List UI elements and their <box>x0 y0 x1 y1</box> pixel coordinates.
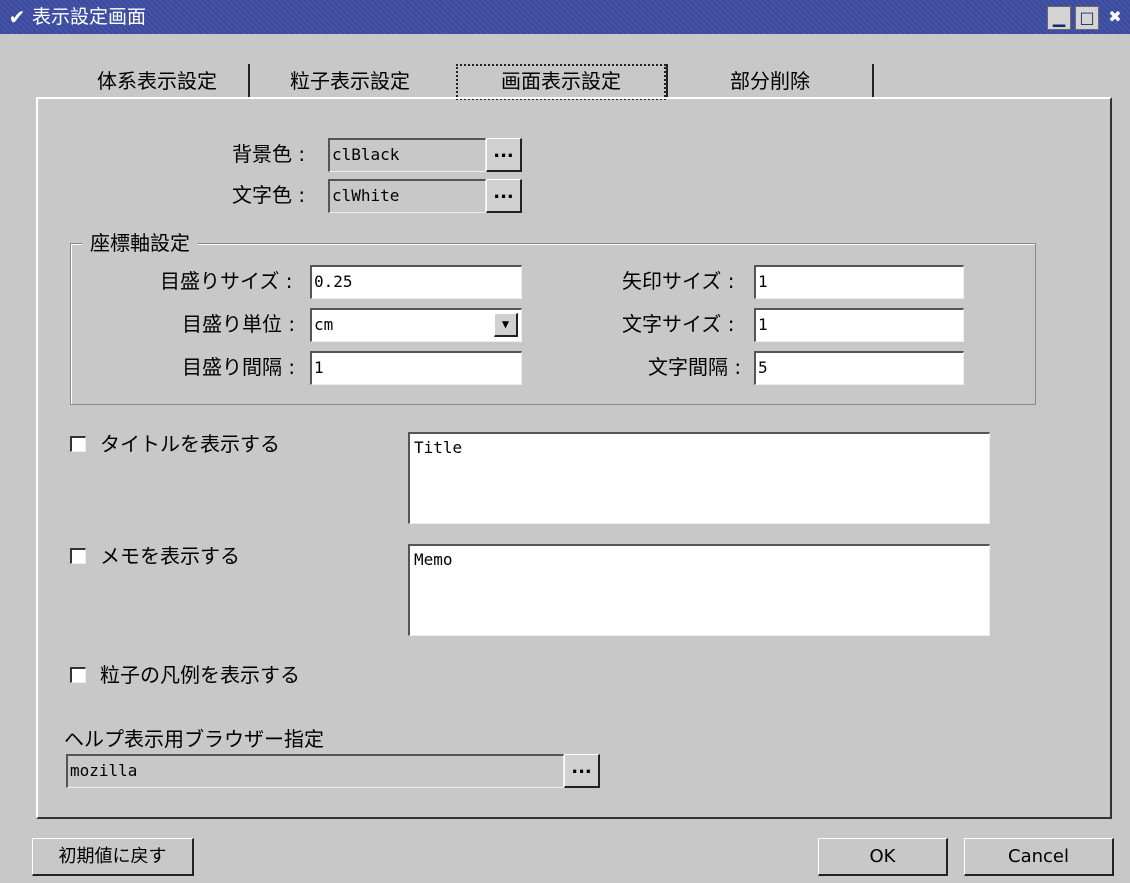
show-legend-label: 粒子の凡例を表示する <box>100 663 300 687</box>
show-memo-checkbox[interactable] <box>70 548 86 564</box>
tab-partial-delete[interactable]: 部分削除 <box>666 64 874 98</box>
tab-label: 体系表示設定 <box>97 69 217 93</box>
background-color-field[interactable]: clBlack <box>328 138 486 172</box>
show-title-checkbox[interactable] <box>70 436 86 452</box>
close-icon[interactable]: ✖ <box>1103 6 1127 30</box>
text-color-picker-button[interactable]: ... <box>486 179 522 213</box>
title-textarea[interactable]: Title <box>408 432 990 524</box>
memo-textarea[interactable]: Memo <box>408 544 990 636</box>
chevron-down-icon[interactable]: ✔ <box>6 6 28 28</box>
window-title: 表示設定画面 <box>32 6 147 28</box>
show-title-label: タイトルを表示する <box>100 432 280 456</box>
minimize-icon[interactable]: ▁ <box>1047 6 1071 30</box>
maximize-icon[interactable]: □ <box>1075 6 1099 30</box>
tab-screen-display[interactable]: 画面表示設定 <box>456 64 666 100</box>
arrow-size-input[interactable]: 1 <box>754 265 964 299</box>
tick-size-input[interactable]: 0.25 <box>310 265 522 299</box>
tick-unit-label: 目盛り単位 : <box>182 312 296 336</box>
text-color-field[interactable]: clWhite <box>328 179 486 213</box>
title-bar[interactable]: ✔ 表示設定画面 ▁ □ ✖ <box>0 0 1130 34</box>
char-size-input[interactable]: 1 <box>754 308 964 342</box>
char-spacing-input[interactable]: 5 <box>754 351 964 385</box>
tick-interval-input[interactable]: 1 <box>310 351 522 385</box>
text-color-label: 文字色 : <box>232 183 306 207</box>
background-color-picker-button[interactable]: ... <box>486 138 522 172</box>
cancel-button[interactable]: Cancel <box>964 838 1114 876</box>
tab-label: 部分削除 <box>730 69 810 93</box>
help-browser-label: ヘルプ表示用ブラウザー指定 <box>64 727 324 751</box>
axis-settings-title: 座標軸設定 <box>82 231 198 255</box>
tab-label: 粒子表示設定 <box>290 69 410 93</box>
tick-unit-value: cm <box>314 315 334 334</box>
help-browser-field[interactable]: mozilla <box>66 754 564 788</box>
char-spacing-label: 文字間隔 : <box>648 355 742 379</box>
tick-unit-select[interactable]: cm ▼ <box>310 308 522 342</box>
tick-interval-label: 目盛り間隔 : <box>182 355 296 379</box>
chevron-down-icon[interactable]: ▼ <box>494 313 518 337</box>
show-memo-label: メモを表示する <box>100 544 240 568</box>
tab-particle-display[interactable]: 粒子表示設定 <box>250 64 450 98</box>
background-color-label: 背景色 : <box>232 142 306 166</box>
tab-label: 画面表示設定 <box>501 69 621 93</box>
help-browser-picker-button[interactable]: ... <box>564 754 600 788</box>
tick-size-label: 目盛りサイズ : <box>160 269 293 293</box>
tab-system-display[interactable]: 体系表示設定 <box>66 64 250 98</box>
ok-button[interactable]: OK <box>818 838 948 876</box>
arrow-size-label: 矢印サイズ : <box>622 269 735 293</box>
char-size-label: 文字サイズ : <box>622 312 735 336</box>
settings-window: ✔ 表示設定画面 ▁ □ ✖ 体系表示設定 粒子表示設定 画面表示設定 部分削除… <box>0 0 1130 883</box>
reset-defaults-button[interactable]: 初期値に戻す <box>32 838 194 876</box>
show-legend-checkbox[interactable] <box>70 667 86 683</box>
